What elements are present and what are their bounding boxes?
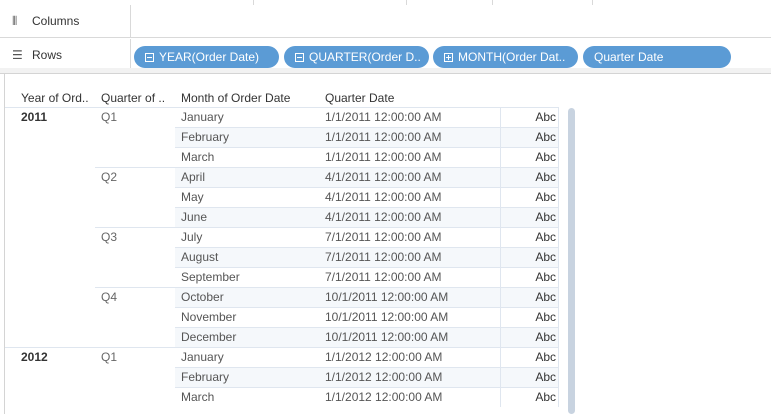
pill-month-order-date[interactable]: MONTH(Order Dat.. — [433, 46, 578, 68]
quarter-date-cell[interactable]: 10/1/2011 12:00:00 AM — [325, 307, 505, 327]
text-mark-cell[interactable]: Abc — [501, 267, 556, 287]
month-cell[interactable]: November — [181, 307, 321, 327]
month-cell[interactable]: January — [181, 107, 321, 127]
rows-drop-area[interactable]: YEAR(Order Date) QUARTER(Order D.. MONTH… — [131, 39, 771, 71]
header-quarter-date[interactable]: Quarter Date — [325, 91, 394, 107]
rows-shelf-label: ☰ Rows — [0, 39, 131, 71]
text-mark-cell[interactable]: Abc — [501, 327, 556, 347]
quarter-cell[interactable]: Q2 — [101, 167, 161, 187]
text-mark-cell[interactable]: Abc — [501, 287, 556, 307]
pill-year-order-date[interactable]: YEAR(Order Date) — [134, 46, 279, 68]
text-mark-cell[interactable]: Abc — [501, 127, 556, 147]
month-cell[interactable]: March — [181, 387, 321, 407]
header-year[interactable]: Year of Ord.. — [21, 91, 99, 107]
month-cell[interactable]: April — [181, 167, 321, 187]
pill-quarter-date[interactable]: Quarter Date — [583, 46, 731, 68]
quarter-date-cell[interactable]: 1/1/2011 12:00:00 AM — [325, 147, 505, 167]
month-cell[interactable]: February — [181, 367, 321, 387]
month-cell[interactable]: September — [181, 267, 321, 287]
quarter-date-cell[interactable]: 1/1/2011 12:00:00 AM — [325, 127, 505, 147]
quarter-date-cell[interactable]: 1/1/2012 12:00:00 AM — [325, 367, 505, 387]
quarter-cell[interactable]: Q1 — [101, 347, 161, 367]
quarter-cell[interactable]: Q4 — [101, 287, 161, 307]
vertical-scrollbar[interactable] — [568, 108, 575, 414]
column-divider — [500, 107, 501, 407]
columns-shelf: ⦀ Columns — [0, 5, 771, 38]
year-cell[interactable]: 2012 — [21, 347, 81, 367]
quarter-date-cell[interactable]: 1/1/2011 12:00:00 AM — [325, 107, 505, 127]
column-divider — [558, 107, 559, 407]
month-cell[interactable]: March — [181, 147, 321, 167]
quarter-date-cell[interactable]: 7/1/2011 12:00:00 AM — [325, 227, 505, 247]
quarter-date-cell[interactable]: 7/1/2011 12:00:00 AM — [325, 267, 505, 287]
quarter-date-cell[interactable]: 1/1/2012 12:00:00 AM — [325, 387, 505, 407]
month-cell[interactable]: August — [181, 247, 321, 267]
text-mark-cell[interactable]: Abc — [501, 387, 556, 407]
columns-icon: ⦀ — [12, 13, 18, 28]
columns-drop-area[interactable] — [131, 5, 771, 37]
text-mark-cell[interactable]: Abc — [501, 167, 556, 187]
quarter-cell[interactable]: Q3 — [101, 227, 161, 247]
collapse-icon[interactable] — [145, 52, 154, 62]
collapse-icon[interactable] — [295, 52, 304, 62]
quarter-date-cell[interactable]: 10/1/2011 12:00:00 AM — [325, 327, 505, 347]
text-mark-cell[interactable]: Abc — [501, 187, 556, 207]
columns-shelf-label: ⦀ Columns — [0, 5, 131, 37]
expand-icon[interactable] — [444, 52, 453, 62]
quarter-date-cell[interactable]: 7/1/2011 12:00:00 AM — [325, 247, 505, 267]
month-cell[interactable]: July — [181, 227, 321, 247]
text-mark-cell[interactable]: Abc — [501, 367, 556, 387]
quarter-date-cell[interactable]: 10/1/2011 12:00:00 AM — [325, 287, 505, 307]
month-cell[interactable]: February — [181, 127, 321, 147]
text-mark-cell[interactable]: Abc — [501, 107, 556, 127]
header-quarter[interactable]: Quarter of .. — [101, 91, 177, 107]
text-mark-cell[interactable]: Abc — [501, 207, 556, 227]
month-cell[interactable]: October — [181, 287, 321, 307]
text-mark-cell[interactable]: Abc — [501, 347, 556, 367]
pill-quarter-order-date[interactable]: QUARTER(Order D.. — [284, 46, 429, 68]
view-area: Year of Ord.. Quarter of .. Month of Ord… — [4, 74, 771, 414]
quarter-cell[interactable]: Q1 — [101, 107, 161, 127]
month-cell[interactable]: June — [181, 207, 321, 227]
quarter-date-cell[interactable]: 4/1/2011 12:00:00 AM — [325, 187, 505, 207]
year-cell[interactable]: 2011 — [21, 107, 81, 127]
header-month[interactable]: Month of Order Date — [181, 91, 290, 107]
quarter-date-cell[interactable]: 1/1/2012 12:00:00 AM — [325, 347, 505, 367]
month-cell[interactable]: May — [181, 187, 321, 207]
month-cell[interactable]: January — [181, 347, 321, 367]
rows-icon: ☰ — [12, 48, 23, 62]
month-cell[interactable]: December — [181, 327, 321, 347]
text-mark-cell[interactable]: Abc — [501, 227, 556, 247]
quarter-date-cell[interactable]: 4/1/2011 12:00:00 AM — [325, 167, 505, 187]
quarter-date-cell[interactable]: 4/1/2011 12:00:00 AM — [325, 207, 505, 227]
text-mark-cell[interactable]: Abc — [501, 247, 556, 267]
text-mark-cell[interactable]: Abc — [501, 147, 556, 167]
text-mark-cell[interactable]: Abc — [501, 307, 556, 327]
